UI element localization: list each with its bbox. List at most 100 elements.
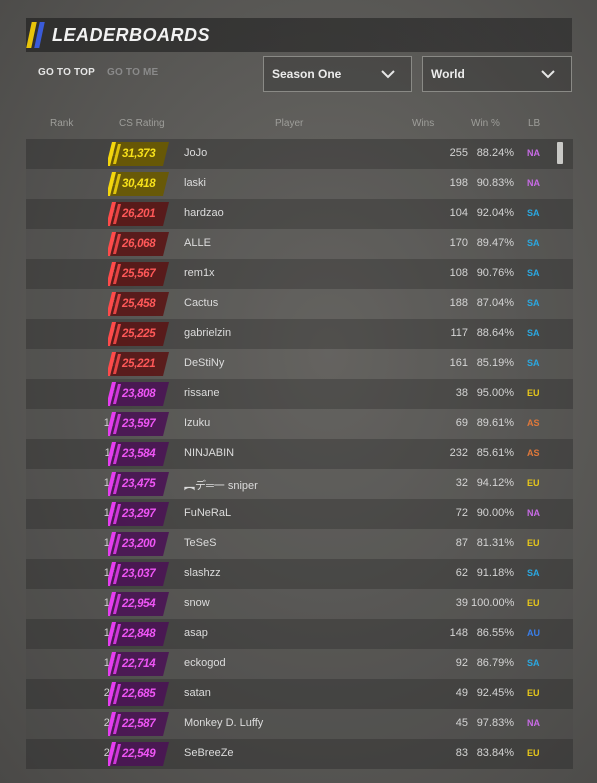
region-dropdown[interactable]: World [422, 56, 572, 92]
player-name[interactable]: ALLE [184, 237, 211, 249]
player-name[interactable]: ︻デ═一 sniper [184, 477, 258, 493]
win-percent-value: 92.45% [476, 687, 514, 699]
table-row[interactable]: 1623,037slashzz6291.18%SA [26, 559, 573, 589]
win-percent-value: 86.55% [476, 627, 514, 639]
region-badge: EU [527, 478, 540, 488]
table-row[interactable]: 1023,597Izuku6989.61%AS [26, 409, 573, 439]
win-percent-value: 90.00% [476, 507, 514, 519]
table-row[interactable]: 825,221DeStiNy16185.19%SA [26, 349, 573, 379]
win-percent-value: 89.47% [476, 237, 514, 249]
wins-value: 32 [455, 477, 468, 489]
table-row[interactable]: 230,418laski19890.83%NA [26, 169, 573, 199]
region-badge: EU [527, 598, 540, 608]
player-name[interactable]: snow [184, 597, 210, 609]
cs-rating-value: 22,848 [122, 628, 156, 640]
table-row[interactable]: 625,458Cactus18887.04%SA [26, 289, 573, 319]
cs-rating-value: 25,225 [122, 328, 156, 340]
season-dropdown[interactable]: Season One [263, 56, 412, 92]
cs-rating-value: 22,685 [122, 688, 156, 700]
region-badge: EU [527, 538, 540, 548]
column-header-lb: LB [528, 118, 541, 129]
player-name[interactable]: satan [184, 687, 211, 699]
win-percent-value: 86.79% [476, 657, 514, 669]
region-badge: SA [527, 208, 540, 218]
win-percent-value: 88.24% [476, 147, 514, 159]
player-name[interactable]: rem1x [184, 267, 215, 279]
player-name[interactable]: rissane [184, 387, 219, 399]
season-dropdown-value: Season One [272, 67, 342, 81]
cs-rating-value: 25,567 [122, 268, 156, 280]
table-row[interactable]: 923,808rissane3895.00%EU [26, 379, 573, 409]
wins-value: 170 [449, 237, 468, 249]
page-title: LEADERBOARDS [52, 25, 211, 45]
win-percent-value: 90.83% [476, 177, 514, 189]
cs-rating-value: 23,475 [122, 478, 156, 490]
player-name[interactable]: TeSeS [184, 537, 216, 549]
player-name[interactable]: SeBreeZe [184, 747, 234, 759]
region-badge: AU [527, 628, 540, 638]
table-row[interactable]: 131,373JoJo25588.24%NA [26, 139, 573, 169]
table-row[interactable]: 1323,297FuNeRaL7290.00%NA [26, 499, 573, 529]
wins-value: 62 [455, 567, 468, 579]
table-row[interactable]: 725,225gabrielzin11788.64%SA [26, 319, 573, 349]
rating-badge: 25,221 [108, 351, 170, 377]
player-name[interactable]: gabrielzin [184, 327, 231, 339]
table-row[interactable]: 2422,549SeBreeZe8383.84%EU [26, 739, 573, 769]
table-row[interactable]: 326,201hardzao10492.04%SA [26, 199, 573, 229]
rating-badge: 22,549 [108, 741, 170, 767]
table-row[interactable]: 1722,954snow39100.00%EU [26, 589, 573, 619]
cs-rating-value: 30,418 [122, 178, 156, 190]
player-name[interactable]: asap [184, 627, 208, 639]
table-row[interactable]: 1822,848asap14886.55%AU [26, 619, 573, 649]
table-row[interactable]: 2322,587Monkey D. Luffy4597.83%NA [26, 709, 573, 739]
wins-value: 188 [449, 297, 468, 309]
cs-rating-value: 23,808 [122, 388, 156, 400]
win-percent-value: 100.00% [471, 597, 515, 609]
cs-rating-value: 23,584 [122, 448, 156, 460]
table-row[interactable]: 1922,714eckogod9286.79%SA [26, 649, 573, 679]
rating-badge: 22,954 [108, 591, 170, 617]
table-row[interactable]: 1223,475︻デ═一 sniper3294.12%EU [26, 469, 573, 499]
wins-value: 72 [455, 507, 468, 519]
player-name[interactable]: slashzz [184, 567, 221, 579]
player-name[interactable]: Cactus [184, 297, 218, 309]
player-name[interactable]: NINJABIN [184, 447, 234, 459]
table-row[interactable]: 2022,685satan4992.45%EU [26, 679, 573, 709]
rating-badge: 23,808 [108, 381, 170, 407]
wins-value: 161 [449, 357, 468, 369]
wins-value: 38 [455, 387, 468, 399]
cs-rating-value: 22,587 [122, 718, 156, 730]
cs-rating-value: 23,597 [122, 418, 156, 430]
player-name[interactable]: hardzao [184, 207, 224, 219]
player-name[interactable]: JoJo [184, 147, 207, 159]
rating-badge: 25,567 [108, 261, 170, 287]
win-percent-value: 90.76% [476, 267, 514, 279]
rating-badge: 31,373 [108, 141, 170, 167]
player-name[interactable]: Monkey D. Luffy [184, 717, 263, 729]
column-header-rating: CS Rating [119, 118, 165, 129]
region-badge: SA [527, 298, 540, 308]
table-row[interactable]: 1123,584NINJABIN23285.61%AS [26, 439, 573, 469]
wins-value: 87 [455, 537, 468, 549]
wins-value: 92 [455, 657, 468, 669]
win-percent-value: 89.61% [476, 417, 514, 429]
rating-badge: 26,201 [108, 201, 170, 227]
win-percent-value: 95.00% [476, 387, 514, 399]
player-name[interactable]: eckogod [184, 657, 226, 669]
table-row[interactable]: 1423,200TeSeS8781.31%EU [26, 529, 573, 559]
player-name[interactable]: Izuku [184, 417, 210, 429]
player-name[interactable]: laski [184, 177, 206, 189]
wins-value: 198 [449, 177, 468, 189]
scrollbar-thumb[interactable] [557, 142, 563, 164]
win-percent-value: 81.31% [476, 537, 514, 549]
table-row[interactable]: 426,068ALLE17089.47%SA [26, 229, 573, 259]
column-header-player: Player [275, 118, 304, 129]
table-row[interactable]: 525,567rem1x10890.76%SA [26, 259, 573, 289]
go-to-top-link[interactable]: GO TO TOP [38, 67, 95, 78]
wins-value: 49 [455, 687, 468, 699]
player-name[interactable]: DeStiNy [184, 357, 224, 369]
wins-value: 69 [455, 417, 468, 429]
go-to-me-link[interactable]: GO TO ME [107, 67, 158, 78]
region-badge: NA [527, 178, 540, 188]
player-name[interactable]: FuNeRaL [184, 507, 231, 519]
